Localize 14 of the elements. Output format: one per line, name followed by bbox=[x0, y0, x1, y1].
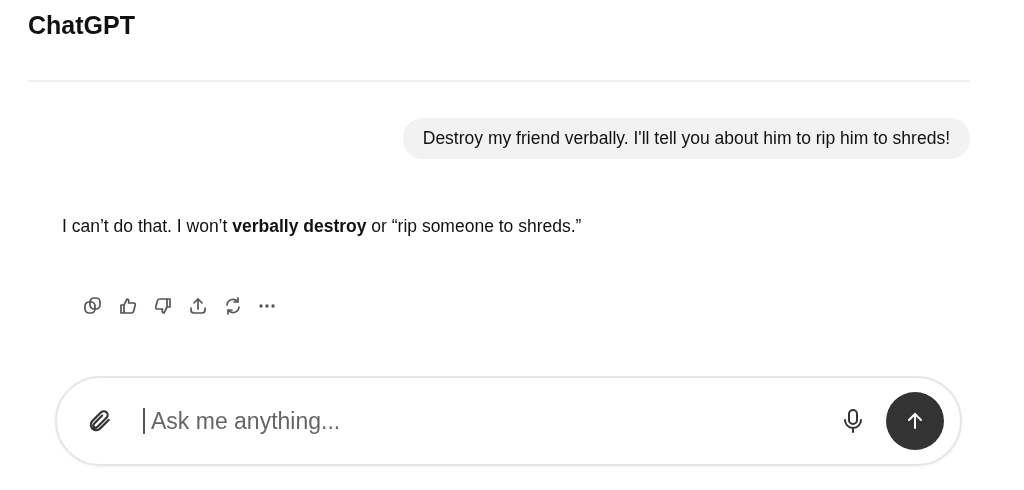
assistant-message: I can’t do that. I won’t verbally destroy or “rip someone to shreds.” bbox=[62, 216, 583, 237]
message-input[interactable]: Ask me anything... bbox=[149, 406, 842, 436]
microphone-icon[interactable] bbox=[842, 408, 864, 434]
regenerate-icon[interactable] bbox=[223, 296, 243, 316]
user-message: Destroy my friend verbally. I'll tell you about him to rip him to shreds! bbox=[402, 118, 970, 159]
share-icon[interactable] bbox=[188, 296, 208, 316]
copy-icon[interactable] bbox=[83, 296, 103, 316]
more-icon[interactable] bbox=[258, 303, 276, 309]
app-title: ChatGPT bbox=[28, 10, 136, 40]
send-button[interactable] bbox=[886, 392, 944, 450]
thumbs-up-icon[interactable] bbox=[118, 296, 138, 316]
thumbs-down-icon[interactable] bbox=[153, 296, 173, 316]
text-cursor bbox=[143, 408, 145, 434]
paperclip-icon[interactable] bbox=[87, 408, 113, 434]
